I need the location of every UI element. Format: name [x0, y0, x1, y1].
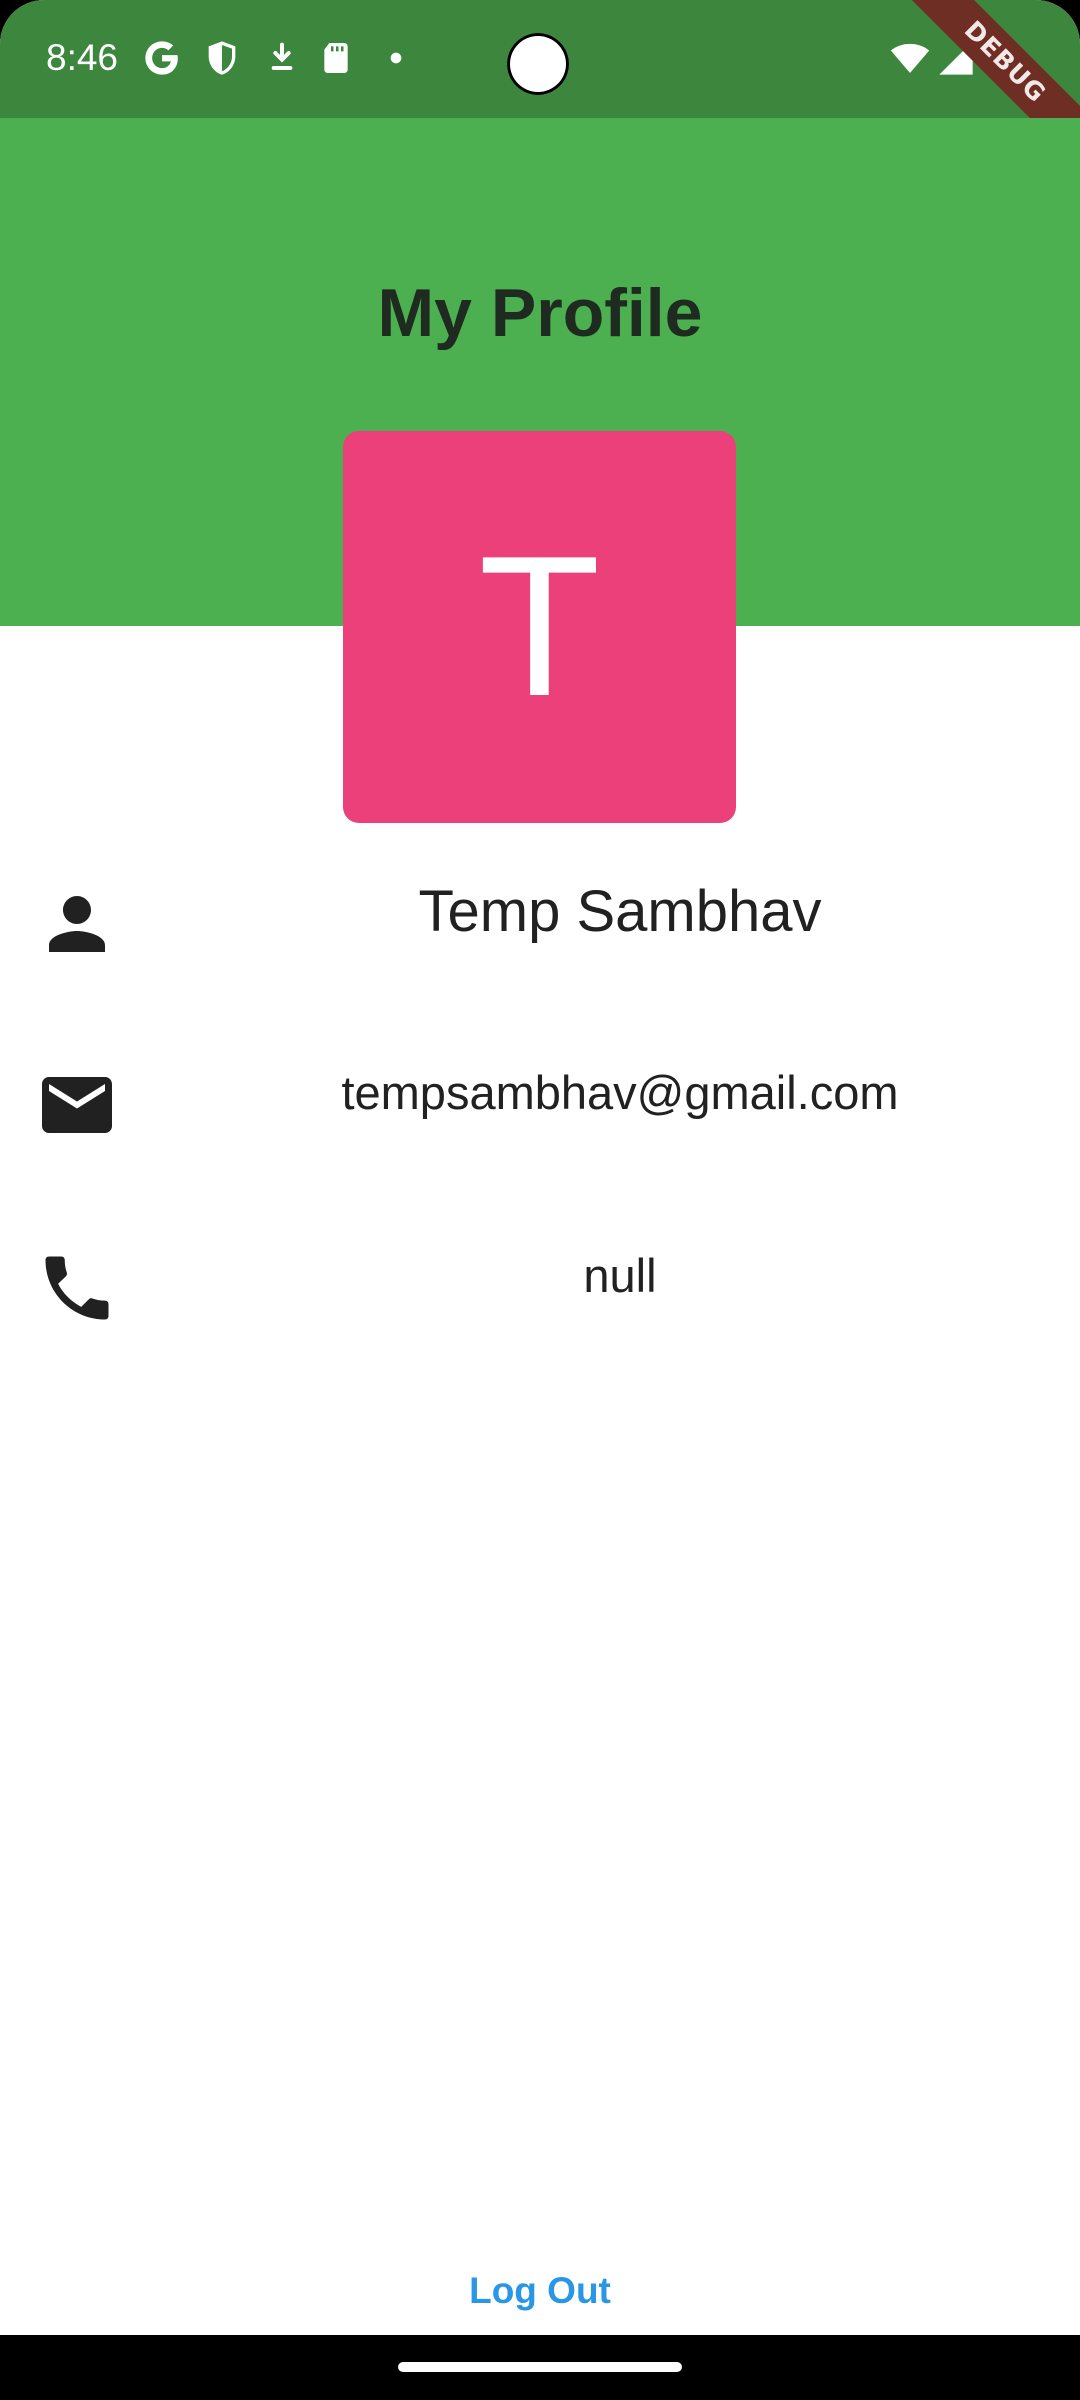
- email-icon: [42, 1077, 112, 1133]
- wifi-icon: [890, 43, 930, 73]
- phone-icon: [45, 1256, 109, 1320]
- camera-cutout: [507, 33, 569, 95]
- shield-icon: [208, 41, 236, 75]
- navigation-bar: [0, 2335, 1080, 2400]
- avatar: T: [343, 431, 736, 823]
- profile-phone: null: [583, 1248, 657, 1302]
- status-time: 8:46: [46, 37, 119, 78]
- email-row: tempsambhav@gmail.com: [0, 1037, 1080, 1147]
- profile-email: tempsambhav@gmail.com: [341, 1065, 899, 1119]
- phone-row: null: [0, 1220, 1080, 1330]
- dot-icon: [390, 52, 402, 64]
- home-indicator[interactable]: [398, 2362, 682, 2372]
- profile-name: Temp Sambhav: [418, 878, 822, 944]
- status-bar: 8:46 DEBUG: [0, 0, 1080, 181]
- name-row: Temp Sambhav: [0, 856, 1080, 966]
- logout-button[interactable]: Log Out: [420, 2256, 660, 2326]
- person-icon: [49, 896, 105, 952]
- download-icon: [271, 42, 293, 70]
- avatar-initial: T: [478, 515, 601, 738]
- sd-card-icon: [324, 43, 348, 73]
- page-title: My Profile: [377, 275, 703, 351]
- google-icon: [145, 41, 178, 75]
- profile-screen: 8:46 DEBUG My Profile T Temp Sambhav tem…: [0, 0, 1080, 2400]
